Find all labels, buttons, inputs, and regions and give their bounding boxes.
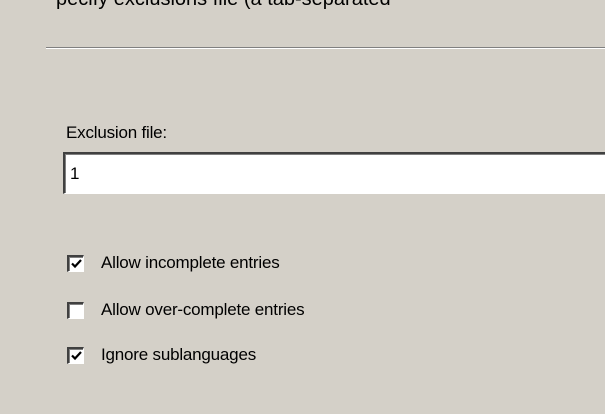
allow-incomplete-option[interactable]: Allow incomplete entries bbox=[67, 253, 280, 273]
clipped-description-text: pecify exclusions file (a tab-separated bbox=[56, 0, 391, 11]
allow-over-complete-option[interactable]: Allow over-complete entries bbox=[67, 300, 305, 320]
ignore-sublanguages-checkbox[interactable] bbox=[67, 346, 84, 364]
allow-over-complete-checkbox[interactable] bbox=[67, 301, 84, 319]
separator-line bbox=[46, 47, 605, 49]
allow-incomplete-label: Allow incomplete entries bbox=[101, 253, 280, 272]
checkmark-icon bbox=[70, 259, 82, 269]
exclusion-file-label: Exclusion file: bbox=[66, 123, 167, 142]
allow-incomplete-checkbox[interactable] bbox=[67, 254, 84, 272]
ignore-sublanguages-option[interactable]: Ignore sublanguages bbox=[67, 345, 256, 365]
allow-over-complete-label: Allow over-complete entries bbox=[101, 300, 305, 319]
exclusion-file-input[interactable] bbox=[63, 152, 605, 194]
ignore-sublanguages-label: Ignore sublanguages bbox=[101, 345, 256, 364]
options-panel: pecify exclusions file (a tab-separated … bbox=[0, 0, 605, 414]
checkmark-icon bbox=[70, 351, 82, 361]
